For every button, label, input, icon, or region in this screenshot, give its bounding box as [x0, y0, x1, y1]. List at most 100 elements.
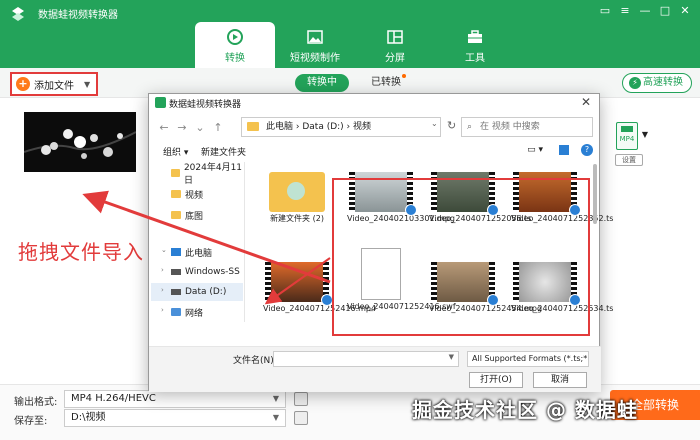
notification-dot	[402, 74, 406, 78]
tab-split-screen[interactable]: 分屏	[355, 22, 435, 68]
up-icon[interactable]: ↑	[209, 121, 227, 134]
video-file-item[interactable]: Video_2404071252416.mp4	[263, 262, 376, 314]
dialog-footer: 文件名(N): ▼ All Supported Formats (*.ts;*.…	[149, 346, 601, 392]
close-icon[interactable]: ✕	[678, 4, 692, 17]
lightning-icon: ⚡	[629, 77, 641, 89]
chevron-down-icon[interactable]: ▼	[84, 80, 90, 89]
search-input[interactable]: ⌕ 在 视频 中搜索	[461, 117, 593, 137]
sidebar-item-label: 底图	[185, 211, 204, 222]
view-options-icon[interactable]: ▭ ▾	[527, 145, 543, 155]
convert-icon	[227, 29, 243, 45]
menu-icon[interactable]: ≡	[618, 4, 632, 17]
chevron-right-icon[interactable]: ›	[161, 266, 164, 274]
minimize-icon[interactable]: —	[638, 4, 652, 17]
maximize-icon[interactable]: □	[658, 4, 672, 17]
new-folder-button[interactable]: 新建文件夹	[201, 145, 246, 158]
chevron-down-icon[interactable]: ⌄	[431, 119, 438, 128]
watermark: 掘金技术社区 @ 数据蛙	[412, 398, 638, 422]
save-to-select[interactable]: D:\视频 ▼	[64, 409, 286, 427]
search-placeholder: 在 视频 中搜索	[480, 122, 540, 132]
filename-label: 文件名(N):	[233, 356, 277, 366]
file-name: 新建文件夹 (2)	[270, 214, 324, 223]
sidebar-item-label: Data (D:)	[185, 287, 227, 297]
network-icon	[171, 308, 181, 316]
chevron-down-icon[interactable]: ⌄	[161, 246, 167, 254]
open-folder-button[interactable]	[294, 411, 308, 425]
app-title: 数据蛙视频转换器	[38, 10, 118, 21]
folder-item[interactable]: 新建文件夹 (2)	[263, 172, 331, 224]
drive-icon	[171, 269, 181, 275]
app-logo-icon	[12, 7, 24, 21]
cancel-button[interactable]: 取消	[533, 372, 587, 388]
chat-icon[interactable]: ▭	[598, 4, 612, 17]
output-format-select[interactable]: MP4 H.264/HEVC ▼	[64, 390, 286, 408]
sidebar-item-label: Windows-SS	[185, 267, 240, 277]
folder-icon	[171, 211, 181, 219]
app-header: 数据蛙视频转换器 ▭ ≡ — □ ✕ 转换 短视频制作 分屏 工具	[0, 0, 700, 68]
dialog-toolbar: 组织 ▾ 新建文件夹 ▭ ▾ ?	[149, 142, 601, 160]
video-thumbnail	[265, 262, 333, 306]
tab-tools[interactable]: 工具	[435, 22, 515, 68]
breadcrumb-1[interactable]: Data (D:)	[302, 122, 343, 132]
image-icon	[307, 30, 323, 44]
filename-input[interactable]: ▼	[273, 351, 459, 367]
window-controls: ▭ ≡ — □ ✕	[598, 4, 692, 17]
tab-converted-label: 已转换	[371, 77, 401, 88]
organize-label: 组织	[163, 148, 182, 158]
chevron-right-icon[interactable]: ›	[161, 306, 164, 314]
fast-convert-label: 高速转换	[643, 77, 683, 88]
computer-icon	[171, 248, 181, 256]
sidebar-item-videos[interactable]: 视频	[171, 186, 203, 202]
sidebar-item-network[interactable]: 网络	[171, 304, 203, 320]
chevron-down-icon: ▼	[272, 413, 279, 422]
refresh-icon[interactable]: ↻	[447, 119, 456, 132]
dialog-title: 数据蛙视频转换器	[155, 97, 241, 110]
folder-icon	[171, 169, 180, 177]
sidebar-item-date-folder[interactable]: 2024年4月11日	[171, 163, 244, 186]
forward-icon[interactable]: →	[173, 121, 191, 134]
tab-converted[interactable]: 已转换	[359, 74, 418, 92]
open-button[interactable]: 打开(O)	[469, 372, 523, 388]
scrollbar[interactable]	[593, 164, 597, 224]
folder-icon	[171, 190, 181, 198]
back-icon[interactable]: ←	[155, 121, 173, 134]
search-icon: ⌕	[467, 122, 473, 132]
chevron-down-icon: ▼	[272, 394, 279, 403]
settings-button[interactable]: 设置	[615, 154, 643, 166]
tab-convert[interactable]: 转换	[195, 22, 275, 68]
tab-tools-label: 工具	[465, 53, 485, 64]
filetype-select[interactable]: All Supported Formats (*.ts;*.	[467, 351, 589, 367]
organize-button[interactable]: 组织 ▾	[163, 145, 188, 158]
sidebar-item-base-image[interactable]: 底图	[171, 207, 203, 223]
close-icon[interactable]: ✕	[581, 95, 591, 109]
preview-pane-icon[interactable]	[559, 145, 569, 155]
output-format-label: 输出格式:	[14, 397, 58, 408]
breadcrumb-0[interactable]: 此电脑	[266, 122, 293, 132]
chevron-down-icon[interactable]: ⌄	[191, 121, 209, 134]
dialog-sidebar: 2024年4月11日 视频 底图 ⌄ 此电脑 › Windows-SS › Da…	[149, 162, 245, 322]
chevron-down-icon: ▼	[448, 353, 454, 361]
format-settings-button[interactable]	[294, 392, 308, 406]
sidebar-item-windows[interactable]: Windows-SS	[171, 264, 240, 280]
tab-split-screen-label: 分屏	[385, 53, 405, 64]
address-bar[interactable]: 此电脑 › Data (D:) › 视频	[241, 117, 441, 137]
add-file-button[interactable]: + 添加文件 ▼	[10, 72, 98, 96]
toolbox-icon	[468, 30, 482, 43]
help-icon[interactable]: ?	[581, 144, 593, 156]
fast-convert-button[interactable]: ⚡ 高速转换	[622, 73, 692, 93]
tab-short-video[interactable]: 短视频制作	[275, 22, 355, 68]
format-badge[interactable]: MP4	[616, 122, 638, 150]
status-tabs: 转换中 已转换	[295, 74, 418, 92]
save-to-label: 保存至:	[14, 416, 48, 427]
plus-icon: +	[16, 77, 30, 91]
sidebar-item-this-pc[interactable]: 此电脑	[171, 244, 212, 260]
chevron-down-icon[interactable]: ▼	[642, 130, 648, 139]
sidebar-item-label: 此电脑	[185, 248, 213, 259]
video-thumbnail[interactable]	[24, 112, 136, 172]
tab-short-video-label: 短视频制作	[290, 53, 340, 64]
breadcrumb-2[interactable]: 视频	[353, 122, 371, 132]
drag-hint-annotation: 拖拽文件导入	[18, 240, 144, 264]
chevron-right-icon[interactable]: ›	[161, 286, 164, 294]
tab-converting[interactable]: 转换中	[295, 74, 349, 92]
sidebar-item-data-drive[interactable]: Data (D:)	[171, 284, 226, 300]
